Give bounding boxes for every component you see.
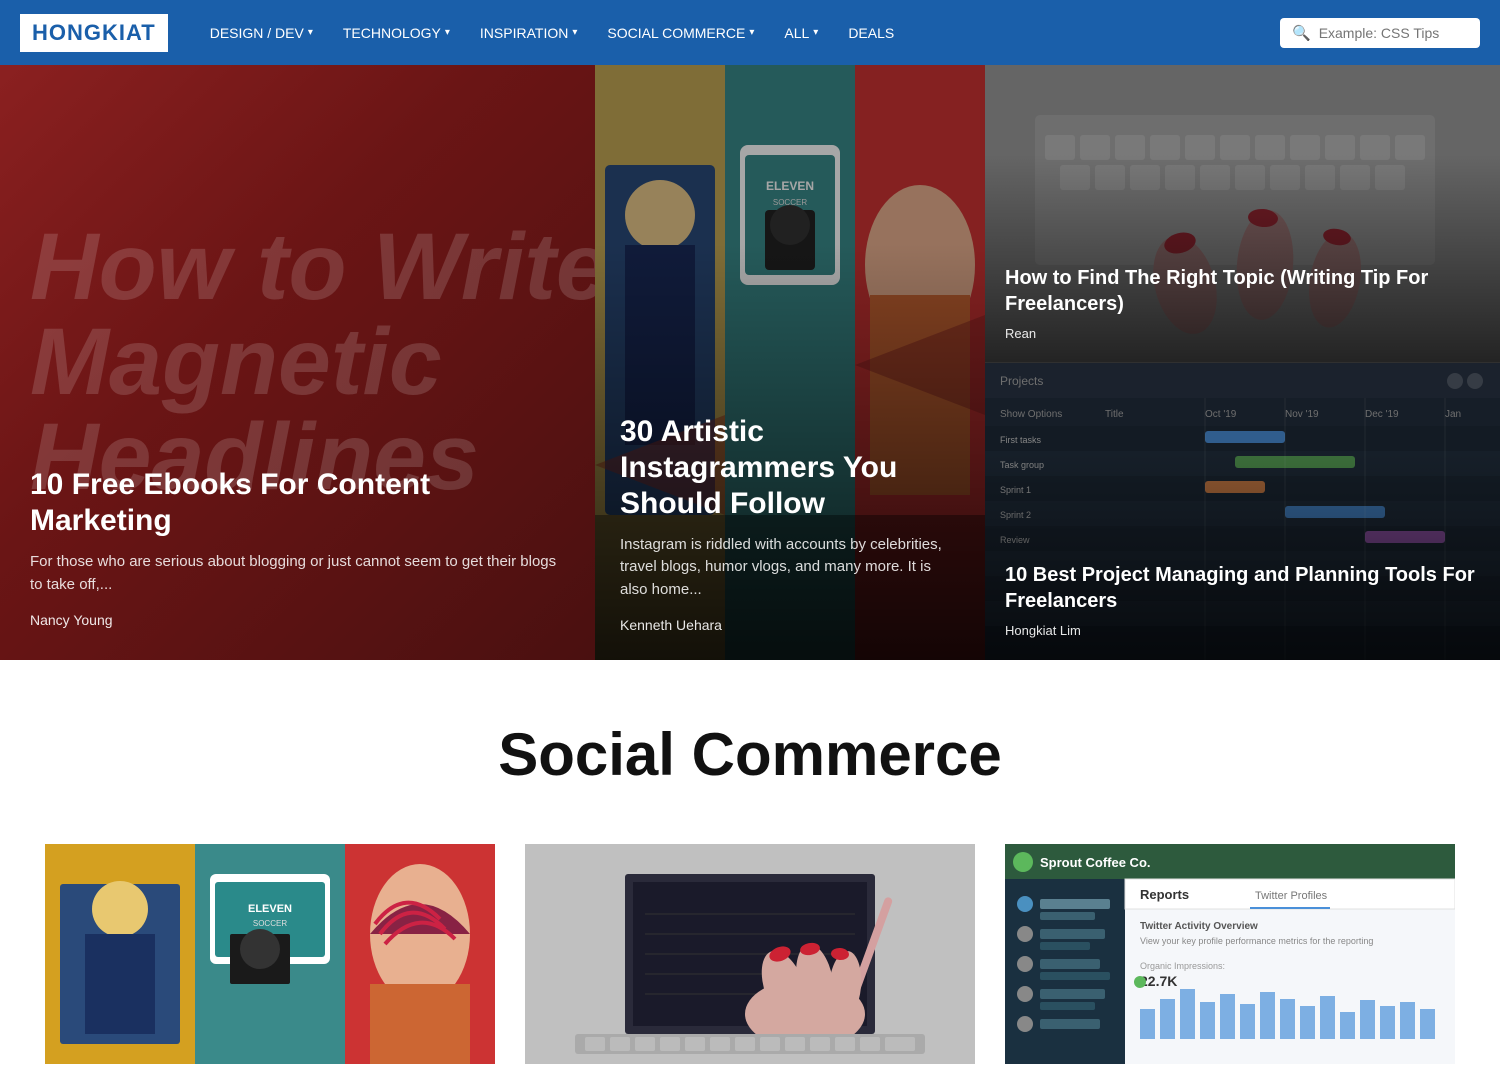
svg-text:Sprout Coffee Co.: Sprout Coffee Co. (1040, 855, 1151, 870)
nav-item-design[interactable]: DESIGN / DEV ▾ (198, 17, 325, 49)
hero-card-1-author: Nancy Young (30, 612, 113, 628)
svg-text:Twitter Profiles: Twitter Profiles (1255, 890, 1328, 902)
cards-grid: ELEVEN SOCCER (0, 829, 1500, 1079)
bottom-card-3-svg: Sprout Coffee Co. (1005, 844, 1455, 1064)
hero-sub-card-bottom-content: 10 Best Project Managing and Planning To… (1005, 562, 1480, 640)
hero-bg-text-line1: How to Write (30, 220, 595, 315)
svg-text:Organic Impressions:: Organic Impressions: (1140, 961, 1225, 971)
hero-sub-card-top-author: Rean (1005, 326, 1036, 341)
card-thumb-artistic: ELEVEN SOCCER (45, 844, 495, 1064)
search-input[interactable] (1319, 25, 1479, 41)
hero-sub-card-bottom-title: 10 Best Project Managing and Planning To… (1005, 562, 1480, 614)
svg-text:Twitter Activity Overview: Twitter Activity Overview (1140, 921, 1258, 932)
chevron-down-icon: ▾ (445, 27, 450, 38)
hero-card-1[interactable]: How to Write Magnetic Headlines 10 Free … (0, 65, 595, 660)
navigation: HONGKIAT DESIGN / DEV ▾ TECHNOLOGY ▾ INS… (0, 0, 1500, 65)
hero-card-2-content: 30 Artistic Instagrammers You Should Fol… (620, 414, 960, 636)
chevron-down-icon: ▾ (572, 27, 577, 38)
card-thumb-sprout: Sprout Coffee Co. (1005, 844, 1455, 1064)
hero-sub-card-bottom-author: Hongkiat Lim (1005, 623, 1081, 638)
section-header: Social Commerce (0, 660, 1500, 829)
hero-card-2[interactable]: ELEVEN SOCCER 30 Artistic Instagrammers … (595, 65, 985, 660)
hero-sub-card-top[interactable]: How to Find The Right Topic (Writing Tip… (985, 65, 1500, 363)
hero-section: How to Write Magnetic Headlines 10 Free … (0, 65, 1500, 660)
card-item-sprout[interactable]: Sprout Coffee Co. (990, 829, 1470, 1079)
section-title: Social Commerce (20, 720, 1480, 789)
bottom-card-2-svg (525, 844, 975, 1064)
card-item-artistic[interactable]: ELEVEN SOCCER (30, 829, 510, 1079)
svg-text:Reports: Reports (1140, 887, 1189, 902)
search-icon: 🔍 (1292, 24, 1311, 42)
hero-bg-text-line2: Magnetic (30, 315, 442, 410)
svg-text:View your key profile performa: View your key profile performance metric… (1140, 936, 1373, 946)
hero-card-1-excerpt: For those who are serious about blogging… (30, 551, 565, 596)
nav-items: DESIGN / DEV ▾ TECHNOLOGY ▾ INSPIRATION … (198, 17, 1280, 49)
hero-card-1-title: 10 Free Ebooks For Content Marketing (30, 467, 565, 539)
hero-sub-card-bottom[interactable]: Projects Show Options Title Oct '19 Nov … (985, 363, 1500, 661)
hero-card-2-title: 30 Artistic Instagrammers You Should Fol… (620, 414, 960, 522)
chevron-down-icon: ▾ (813, 27, 818, 38)
hero-card-1-content: 10 Free Ebooks For Content Marketing For… (30, 467, 565, 630)
nav-item-technology[interactable]: TECHNOLOGY ▾ (331, 17, 462, 49)
bottom-card-1-svg: ELEVEN SOCCER (45, 844, 495, 1064)
chevron-down-icon: ▾ (308, 27, 313, 38)
card-item-laptop[interactable] (510, 829, 990, 1079)
svg-text:SOCCER: SOCCER (253, 919, 287, 928)
card-thumb-laptop (525, 844, 975, 1064)
hero-sub-card-top-content: How to Find The Right Topic (Writing Tip… (1005, 265, 1480, 343)
nav-item-deals[interactable]: DEALS (836, 17, 906, 49)
hero-card-3: How to Find The Right Topic (Writing Tip… (985, 65, 1500, 660)
hero-card-2-author: Kenneth Uehara (620, 617, 722, 633)
nav-item-inspiration[interactable]: INSPIRATION ▾ (468, 17, 589, 49)
nav-item-social-commerce[interactable]: SOCIAL COMMERCE ▾ (595, 17, 766, 49)
nav-item-all[interactable]: ALL ▾ (772, 17, 830, 49)
svg-text:ELEVEN: ELEVEN (248, 903, 292, 915)
hero-sub-card-top-title: How to Find The Right Topic (Writing Tip… (1005, 265, 1480, 317)
chevron-down-icon: ▾ (749, 27, 754, 38)
search-box[interactable]: 🔍 (1280, 18, 1480, 48)
logo[interactable]: HONGKIAT (20, 14, 168, 52)
hero-card-2-excerpt: Instagram is riddled with accounts by ce… (620, 534, 960, 602)
